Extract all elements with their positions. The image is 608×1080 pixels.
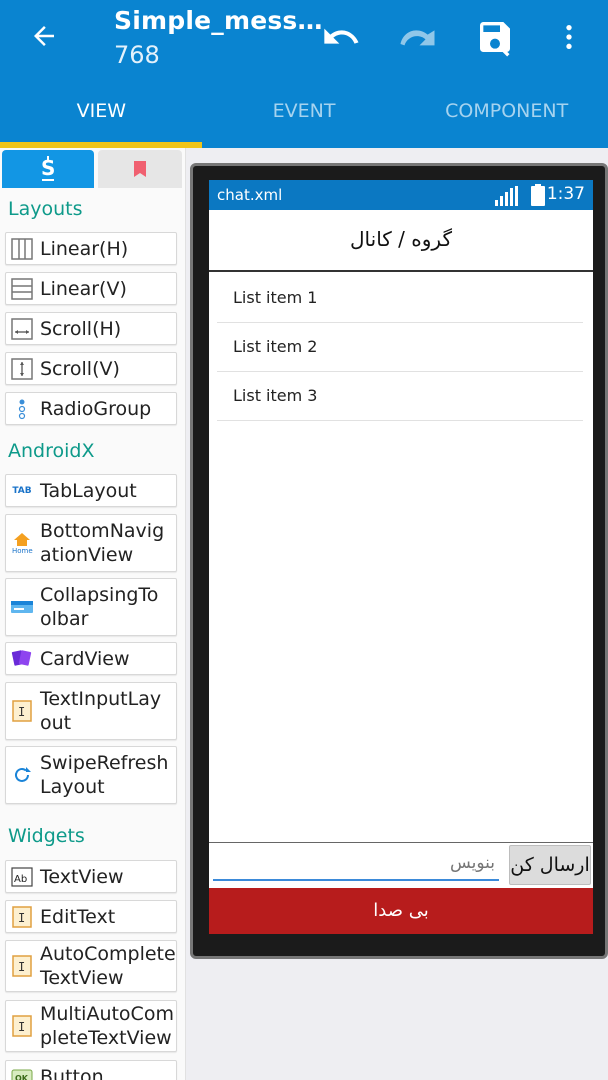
palette-item-label: TabLayout xyxy=(40,479,137,502)
section-layouts: Layouts xyxy=(8,198,83,220)
palette-item-label: Linear(H) xyxy=(40,237,129,260)
bottom-navigation-icon: Home xyxy=(11,532,33,555)
swipe-refresh-icon xyxy=(11,764,33,786)
undo-icon xyxy=(324,28,359,44)
save-icon xyxy=(480,22,510,57)
widgets-s-icon: S xyxy=(41,156,55,181)
svg-text:Home: Home xyxy=(12,547,33,555)
scroll-horizontal-icon xyxy=(11,317,33,340)
app-bar: Simple_mess… 768 VIEW EVENT COMPONENT xyxy=(0,0,608,148)
project-id: 768 xyxy=(114,41,160,69)
palette-item-label: CardView xyxy=(40,647,130,670)
collapsing-toolbar-icon xyxy=(11,596,33,618)
signal-icon xyxy=(495,186,519,210)
palette-item-autocomplete[interactable]: I AutoComplete TextView xyxy=(5,940,177,992)
preview-status-bar: chat.xml 1:37 xyxy=(209,180,593,210)
palette-item-label: AutoComplete TextView xyxy=(40,943,176,989)
tab-view[interactable]: VIEW xyxy=(0,88,203,148)
send-button[interactable]: ارسال کن xyxy=(509,845,591,885)
editor-tabs: VIEW EVENT COMPONENT xyxy=(0,88,608,148)
edittext-icon: I xyxy=(11,905,33,928)
scroll-vertical-icon xyxy=(11,357,33,380)
radiogroup-icon xyxy=(11,398,33,420)
palette-item-label: SwipeRefresh Layout xyxy=(40,752,169,798)
save-button[interactable] xyxy=(472,14,518,60)
palette-item-edittext[interactable]: I EditText xyxy=(5,900,177,933)
text-input-layout-icon: I xyxy=(11,700,33,722)
palette-item-tablayout[interactable]: TAB TabLayout xyxy=(5,474,177,507)
linear-vertical-icon xyxy=(11,277,33,300)
back-arrow-icon xyxy=(34,26,54,46)
section-widgets: Widgets xyxy=(8,825,85,847)
list-item[interactable]: List item 3 xyxy=(217,372,583,421)
redo-icon xyxy=(400,30,435,46)
palette-item-label: RadioGroup xyxy=(40,397,152,420)
multi-autocomplete-icon: I xyxy=(11,1015,33,1037)
autocomplete-icon: I xyxy=(11,955,33,977)
message-input-bar: ارسال کن xyxy=(209,842,593,888)
palette-item-label: TextInputLay out xyxy=(40,688,162,734)
linear-horizontal-icon xyxy=(11,237,33,260)
palette-item-linear-v[interactable]: Linear(V) xyxy=(5,272,177,305)
palette-item-linear-h[interactable]: Linear(H) xyxy=(5,232,177,265)
palette-item-label: Button xyxy=(40,1065,104,1080)
section-androidx: AndroidX xyxy=(8,440,95,462)
palette-item-label: Scroll(V) xyxy=(40,357,120,380)
palette-item-swipe-refresh[interactable]: SwipeRefresh Layout xyxy=(5,746,177,804)
list-item[interactable]: List item 1 xyxy=(217,274,583,323)
mute-button[interactable]: بی صدا xyxy=(209,888,593,934)
tablayout-icon: TAB xyxy=(12,485,32,496)
palette-item-label: TextView xyxy=(40,865,124,888)
tab-event[interactable]: EVENT xyxy=(203,88,406,148)
palette-item-label: BottomNavig ationView xyxy=(40,520,165,566)
palette-item-scroll-v[interactable]: Scroll(V) xyxy=(5,352,177,385)
project-title: Simple_mess… xyxy=(114,6,323,35)
redo-button[interactable] xyxy=(394,14,440,60)
palette-item-collapsing-toolbar[interactable]: CollapsingTo olbar xyxy=(5,578,177,636)
palette-item-label: EditText xyxy=(40,905,116,928)
svg-text:I: I xyxy=(18,960,25,974)
layout-filename: chat.xml xyxy=(217,186,283,204)
button-icon: OK xyxy=(11,1066,33,1080)
palette-item-cardview[interactable]: CardView xyxy=(5,642,177,675)
bookmark-icon xyxy=(134,161,146,177)
more-options-button[interactable] xyxy=(546,14,592,60)
message-input[interactable] xyxy=(213,847,499,881)
palette-item-multi-autocomplete[interactable]: I MultiAutoCom pleteTextView xyxy=(5,1000,177,1052)
palette-item-label: MultiAutoCom pleteTextView xyxy=(40,1003,174,1049)
svg-text:I: I xyxy=(18,705,25,719)
svg-text:I: I xyxy=(18,1020,25,1034)
back-button[interactable] xyxy=(22,16,66,56)
palette-item-scroll-h[interactable]: Scroll(H) xyxy=(5,312,177,345)
palette-tab-bookmark[interactable] xyxy=(98,150,182,188)
palette-item-label: Linear(V) xyxy=(40,277,127,300)
palette-item-button[interactable]: OK Button xyxy=(5,1060,177,1080)
tab-component[interactable]: COMPONENT xyxy=(405,88,608,148)
battery-icon xyxy=(531,184,545,210)
message-list[interactable]: List item 1 List item 2 List item 3 xyxy=(217,274,583,421)
palette-tabs: S xyxy=(2,150,182,188)
chat-title[interactable]: گروه / کانال xyxy=(209,210,593,272)
device-preview-frame: chat.xml 1:37 گروه / کانال List item 1 L… xyxy=(190,163,608,959)
palette-tab-widgets[interactable]: S xyxy=(2,150,94,188)
svg-text:Ab: Ab xyxy=(14,874,27,885)
palette-item-bottom-navigation[interactable]: Home BottomNavig ationView xyxy=(5,514,177,572)
more-vert-icon xyxy=(566,25,572,49)
status-time: 1:37 xyxy=(546,184,585,204)
svg-text:I: I xyxy=(18,911,25,925)
textview-icon: Ab xyxy=(11,866,33,888)
list-item[interactable]: List item 2 xyxy=(217,323,583,372)
device-screen[interactable]: chat.xml 1:37 گروه / کانال List item 1 L… xyxy=(209,180,593,934)
palette-item-text-input-layout[interactable]: I TextInputLay out xyxy=(5,682,177,740)
palette-item-label: Scroll(H) xyxy=(40,317,122,340)
undo-button[interactable] xyxy=(318,14,364,60)
cardview-icon xyxy=(11,648,33,670)
palette-item-label: CollapsingTo olbar xyxy=(40,584,159,630)
palette-item-radiogroup[interactable]: RadioGroup xyxy=(5,392,177,425)
widget-palette[interactable]: S Layouts Linear(H) Linear(V) Scroll(H) … xyxy=(0,148,186,1080)
svg-text:OK: OK xyxy=(15,1074,29,1080)
palette-item-textview[interactable]: Ab TextView xyxy=(5,860,177,893)
